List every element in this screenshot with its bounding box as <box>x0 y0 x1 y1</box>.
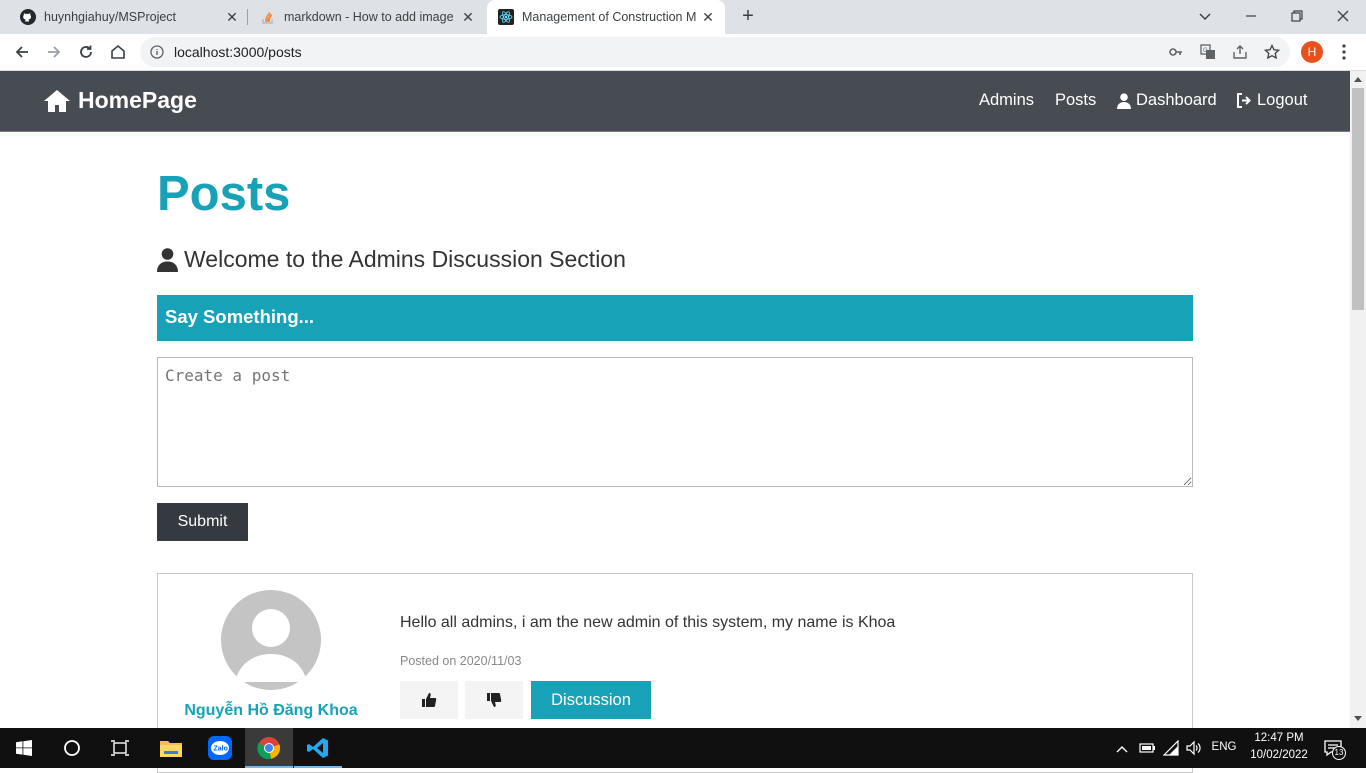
battery-icon[interactable] <box>1139 740 1155 756</box>
share-icon[interactable] <box>1232 44 1248 65</box>
browser-toolbar: localhost:3000/posts G H <box>0 34 1366 71</box>
home-icon[interactable] <box>106 40 130 64</box>
notification-count: 13 <box>1332 746 1346 760</box>
user-icon <box>157 247 178 272</box>
create-post-textarea[interactable] <box>157 357 1193 487</box>
post-content: Hello all admins, i am the new admin of … <box>400 614 896 631</box>
info-icon[interactable] <box>150 45 164 64</box>
dislike-button[interactable] <box>465 681 523 719</box>
nav-posts[interactable]: Posts <box>1055 91 1096 110</box>
forward-icon[interactable] <box>42 40 66 64</box>
search-icon[interactable] <box>48 728 96 768</box>
say-something-header: Say Something... <box>157 295 1193 341</box>
task-view-icon[interactable] <box>96 728 144 768</box>
home-icon <box>44 89 70 112</box>
browser-tab-github[interactable]: huynhgiahuy/MSProject ✕ <box>0 0 246 34</box>
thumbs-down-icon <box>487 693 502 707</box>
menu-dots-icon[interactable] <box>1340 43 1348 61</box>
windows-start-icon[interactable] <box>0 728 48 768</box>
chrome-icon[interactable] <box>245 728 293 768</box>
browser-tab-active[interactable]: Management of Construction Ma ✕ <box>487 0 725 34</box>
vscode-icon[interactable] <box>294 728 342 768</box>
key-icon[interactable] <box>1168 44 1184 65</box>
brand-label: HomePage <box>78 87 197 113</box>
welcome-text: Welcome to the Admins Discussion Section <box>184 246 626 272</box>
svg-text:Zalo: Zalo <box>214 746 228 753</box>
tab-title: Management of Construction Ma <box>522 10 697 24</box>
browser-tab-strip: huynhgiahuy/MSProject ✕ markdown - How t… <box>0 0 1366 34</box>
bookmark-star-icon[interactable] <box>1263 43 1281 65</box>
tab-title: markdown - How to add images <box>284 10 454 24</box>
nav-dashboard[interactable]: Dashboard <box>1117 91 1217 110</box>
page-scrollbar[interactable] <box>1350 71 1366 728</box>
submit-button[interactable]: Submit <box>157 503 248 541</box>
post-date: Posted on 2020/11/03 <box>400 654 522 668</box>
nav-logout[interactable]: Logout <box>1236 91 1307 110</box>
github-icon <box>20 9 36 25</box>
language-indicator[interactable]: ENG <box>1209 741 1239 753</box>
scroll-down-icon[interactable] <box>1354 716 1362 721</box>
stackoverflow-icon <box>260 9 276 25</box>
svg-text:G: G <box>1203 48 1208 54</box>
nav-admins[interactable]: Admins <box>979 91 1034 110</box>
discussion-button[interactable]: Discussion <box>531 681 651 719</box>
brand-link[interactable]: HomePage <box>43 87 197 114</box>
nav-dashboard-label: Dashboard <box>1136 91 1217 109</box>
address-bar[interactable]: localhost:3000/posts G <box>140 37 1290 67</box>
windows-taskbar: Zalo ENG 12:47 PM 10/02/2022 13 <box>0 728 1366 768</box>
nav-logout-label: Logout <box>1257 91 1308 109</box>
clock-date[interactable]: 10/02/2022 <box>1246 749 1312 761</box>
scroll-up-icon[interactable] <box>1354 77 1362 82</box>
profile-avatar[interactable]: H <box>1301 41 1323 63</box>
close-icon[interactable]: ✕ <box>224 9 240 25</box>
browser-tab-stackoverflow[interactable]: markdown - How to add images ✕ <box>248 0 486 34</box>
user-icon <box>1117 92 1131 109</box>
post-author[interactable]: Nguyễn Hồ Đăng Khoa <box>158 702 384 720</box>
avatar <box>221 590 321 690</box>
scroll-thumb[interactable] <box>1352 88 1364 310</box>
app-navbar: HomePage Admins Posts Dashboard Logout <box>0 71 1350 132</box>
welcome-heading: Welcome to the Admins Discussion Section <box>157 246 626 273</box>
reload-icon[interactable] <box>74 40 98 64</box>
translate-icon[interactable]: G <box>1200 44 1216 65</box>
notification-icon[interactable]: 13 <box>1324 739 1346 760</box>
nav-posts-label: Posts <box>1055 91 1097 109</box>
window-close-icon[interactable] <box>1335 8 1351 24</box>
zalo-icon[interactable]: Zalo <box>196 728 244 768</box>
minimize-icon[interactable] <box>1243 8 1259 24</box>
show-hidden-icons-icon[interactable] <box>1116 742 1128 754</box>
tab-search-icon[interactable] <box>1197 8 1213 24</box>
volume-icon[interactable] <box>1186 740 1202 756</box>
url-text: localhost:3000/posts <box>174 44 302 60</box>
like-button[interactable] <box>400 681 458 719</box>
restore-icon[interactable] <box>1289 8 1305 24</box>
clock-time[interactable]: 12:47 PM <box>1246 732 1312 744</box>
close-icon[interactable]: ✕ <box>700 9 716 25</box>
page-title: Posts <box>157 167 291 221</box>
sign-out-icon <box>1237 93 1251 108</box>
back-icon[interactable] <box>10 40 34 64</box>
new-tab-icon[interactable]: + <box>738 6 758 26</box>
react-icon <box>498 9 514 25</box>
close-icon[interactable]: ✕ <box>460 9 476 25</box>
file-explorer-icon[interactable] <box>147 728 195 768</box>
wifi-icon[interactable] <box>1162 739 1179 756</box>
thumbs-up-icon <box>422 693 437 707</box>
tab-title: huynhgiahuy/MSProject <box>44 10 177 24</box>
nav-admins-label: Admins <box>979 91 1035 109</box>
